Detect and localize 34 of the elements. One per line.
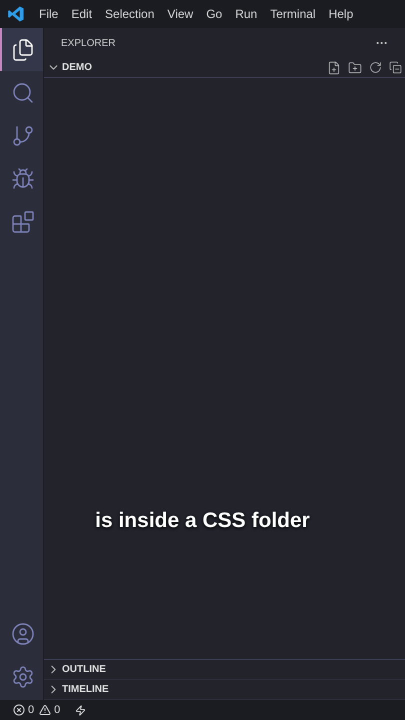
menu-item[interactable]: Terminal [270, 5, 316, 23]
caption: is inside a CSS folder [95, 508, 310, 534]
panel-title: OUTLINE [62, 663, 106, 677]
folder-name: DEMO [62, 61, 92, 75]
settings-icon [10, 664, 34, 688]
collapse-icon[interactable] [389, 61, 402, 74]
search-icon [10, 80, 34, 104]
activity-item[interactable] [0, 28, 43, 71]
folder-header[interactable]: DEMO [44, 58, 405, 78]
warning-icon [39, 704, 52, 716]
files-icon [10, 38, 34, 62]
branch-icon [10, 124, 34, 148]
menu-item[interactable]: Edit [71, 5, 92, 23]
logo-icon [7, 5, 25, 23]
refresh-icon[interactable] [369, 61, 382, 74]
menu-item[interactable]: View [167, 5, 194, 23]
menu-item[interactable]: Selection [105, 5, 154, 23]
account-icon [10, 622, 34, 646]
error-count: 0 [28, 702, 34, 718]
bug-icon [10, 166, 34, 190]
explorer-title: EXPLORER [61, 36, 116, 50]
blocks-icon [10, 210, 34, 234]
new-file-icon[interactable] [327, 60, 341, 74]
panel-header[interactable]: OUTLINE [44, 660, 405, 680]
new-folder-icon[interactable] [348, 60, 362, 74]
error-icon [13, 704, 25, 716]
menu-item[interactable]: File [39, 5, 58, 23]
menu-item[interactable]: Help [328, 5, 354, 23]
bolt-icon [75, 704, 86, 716]
menu-item[interactable]: Run [235, 5, 258, 23]
panel-title: TIMELINE [62, 683, 109, 697]
warning-count: 0 [54, 702, 60, 718]
menu-item[interactable]: Go [206, 5, 222, 23]
more-actions-button[interactable]: ··· [376, 34, 388, 52]
